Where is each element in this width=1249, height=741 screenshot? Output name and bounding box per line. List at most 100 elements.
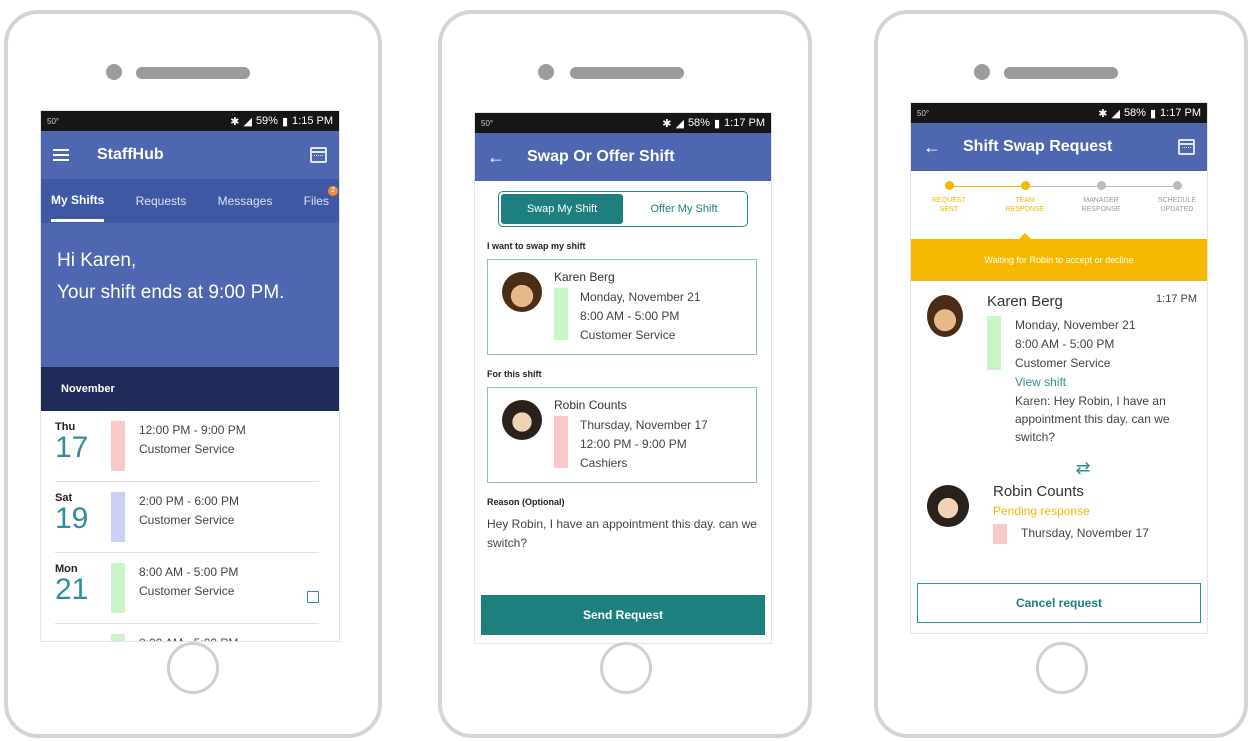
section-label-reason: Reason (Optional) [487, 497, 565, 507]
app-bar: ← Shift Swap Request [911, 123, 1207, 171]
person-name: Karen Berg [554, 270, 615, 284]
person-name: Robin Counts [554, 398, 627, 412]
camera-dot [974, 64, 990, 80]
status-temp: 50° [481, 118, 494, 128]
status-time: 1:17 PM [724, 117, 765, 129]
tab-bar: My Shifts Requests Messages Files 2 [41, 179, 339, 223]
shift-dept: Customer Service [1015, 356, 1111, 370]
shift-color-bar [993, 524, 1007, 544]
greeting-line-2: Your shift ends at 9:00 PM. [57, 282, 285, 303]
status-bar: 50° ✱ ◢ 58% ▮ 1:17 PM [911, 103, 1207, 123]
status-time: 1:15 PM [292, 115, 333, 127]
greeting-banner: Hi Karen, Your shift ends at 9:00 PM. [41, 223, 339, 367]
signal-icon: ◢ [675, 117, 684, 130]
tab-requests[interactable]: Requests [136, 182, 187, 220]
shift-color-bar [554, 288, 568, 340]
pending-status: Pending response [993, 504, 1090, 518]
reason-input[interactable]: Hey Robin, I have an appointment this da… [487, 515, 759, 553]
camera-dot [106, 64, 122, 80]
shift-date: Monday, November 21 [580, 290, 701, 304]
shift-time: 8:00 AM - 5:00 PM [139, 634, 319, 641]
shift-color-bar [554, 416, 568, 468]
karen-request-message: Karen Berg Monday, November 21 8:00 AM -… [911, 281, 1207, 446]
step-dot [1096, 181, 1106, 190]
screen: 50° ✱ ◢ 58% ▮ 1:17 PM ← Shift Swap Reque… [910, 102, 1208, 634]
tab-messages[interactable]: Messages [218, 182, 273, 220]
shift-dept: Cashiers [580, 456, 628, 470]
shift-row[interactable]: Thu 17 12:00 PM - 9:00 PM Customer Service [55, 411, 319, 482]
avatar-karen [502, 272, 542, 312]
section-label-mine: I want to swap my shift [487, 241, 586, 251]
tab-files[interactable]: Files 2 [303, 182, 338, 220]
shift-color-bar [111, 634, 125, 641]
greeting-line-1: Hi Karen, [57, 250, 137, 271]
shift-time: 8:00 AM - 5:00 PM [1015, 337, 1115, 351]
shift-color-bar [111, 492, 125, 542]
progress-stepper: REQUEST SENT TEAM RESPONSE MANAGER RESPONSE… [911, 171, 1207, 239]
note-icon[interactable] [307, 591, 319, 603]
phone-swap-request: 50° ✱ ◢ 58% ▮ 1:17 PM ← Shift Swap Reque… [874, 10, 1248, 738]
shift-time: 8:00 AM - 5:00 PM [580, 309, 680, 323]
step-dot [1172, 181, 1182, 190]
battery-percent: 59% [255, 115, 278, 127]
step-schedule-updated: SCHEDULE UPDATED [1147, 181, 1207, 214]
status-temp: 50° [917, 108, 930, 118]
shift-row[interactable]: 8:00 AM - 5:00 PM [55, 624, 319, 641]
shift-color-bar [111, 421, 125, 471]
shift-color-bar [111, 563, 125, 613]
person-name: Robin Counts [993, 483, 1084, 500]
step-label: MANAGER [1083, 197, 1119, 204]
swap-offer-toggle: Swap My Shift Offer My Shift [498, 191, 748, 227]
step-label: SENT [939, 206, 959, 213]
screen: 50° ✱ ◢ 58% ▮ 1:17 PM ← Swap Or Offer Sh… [474, 112, 772, 644]
send-request-button[interactable]: Send Request [481, 595, 765, 635]
shift-dept: Customer Service [580, 328, 676, 342]
message-time: 1:17 PM [1156, 293, 1197, 305]
home-button[interactable] [1036, 642, 1088, 694]
shift-row[interactable]: Mon 21 8:00 AM - 5:00 PM Customer Service [55, 553, 319, 624]
cancel-request-button[interactable]: Cancel request [917, 583, 1201, 623]
bluetooth-icon: ✱ [662, 117, 672, 130]
screen: 50° ✱ ◢ 59% ▮ 1:15 PM StaffHub My Shifts… [40, 110, 340, 642]
shift-time: 8:00 AM - 5:00 PM [139, 565, 239, 579]
battery-icon: ▮ [281, 115, 289, 128]
tab-files-label: Files [303, 194, 329, 208]
my-shift-card[interactable]: Karen Berg Monday, November 21 8:00 AM -… [487, 259, 757, 355]
swap-arrows-icon: ⇄ [1075, 458, 1091, 478]
step-request-sent: REQUEST SENT [919, 181, 979, 214]
shift-row[interactable]: Sat 19 2:00 PM - 6:00 PM Customer Service [55, 482, 319, 553]
calendar-icon[interactable] [310, 147, 327, 163]
step-dot [944, 181, 954, 190]
step-label: SCHEDULE [1157, 197, 1197, 204]
home-button[interactable] [600, 642, 652, 694]
calendar-icon[interactable] [1178, 139, 1195, 155]
shift-date: Thursday, November 17 [580, 418, 708, 432]
shift-dept: Customer Service [139, 584, 235, 598]
shift-time: 2:00 PM - 6:00 PM [139, 494, 240, 508]
avatar-robin [927, 485, 969, 527]
app-title: StaffHub [97, 146, 164, 163]
swap-my-shift-button[interactable]: Swap My Shift [501, 194, 623, 224]
waiting-banner: Waiting for Robin to accept or decline [911, 233, 1207, 281]
shift-dept: Customer Service [139, 513, 235, 527]
shift-time: 12:00 PM - 9:00 PM [580, 437, 687, 451]
shift-time: 12:00 PM - 9:00 PM [139, 423, 246, 437]
back-arrow-icon[interactable]: ← [487, 148, 505, 166]
battery-icon: ▮ [1149, 107, 1157, 120]
step-dot [1020, 181, 1030, 190]
view-shift-link[interactable]: View shift [1015, 373, 1195, 392]
shift-day: 17 [55, 431, 89, 464]
offer-my-shift-button[interactable]: Offer My Shift [623, 194, 745, 224]
hamburger-menu-icon[interactable] [53, 149, 69, 161]
app-title: Swap Or Offer Shift [527, 148, 675, 165]
target-shift-card[interactable]: Robin Counts Thursday, November 17 12:00… [487, 387, 757, 483]
tab-my-shifts[interactable]: My Shifts [51, 181, 105, 222]
signal-icon: ◢ [243, 115, 252, 128]
section-label-theirs: For this shift [487, 369, 542, 379]
app-bar: ← Swap Or Offer Shift [475, 133, 771, 181]
avatar-karen [927, 295, 963, 337]
shift-color-bar [987, 316, 1001, 370]
battery-percent: 58% [687, 117, 710, 129]
home-button[interactable] [167, 642, 219, 694]
back-arrow-icon[interactable]: ← [923, 138, 941, 156]
